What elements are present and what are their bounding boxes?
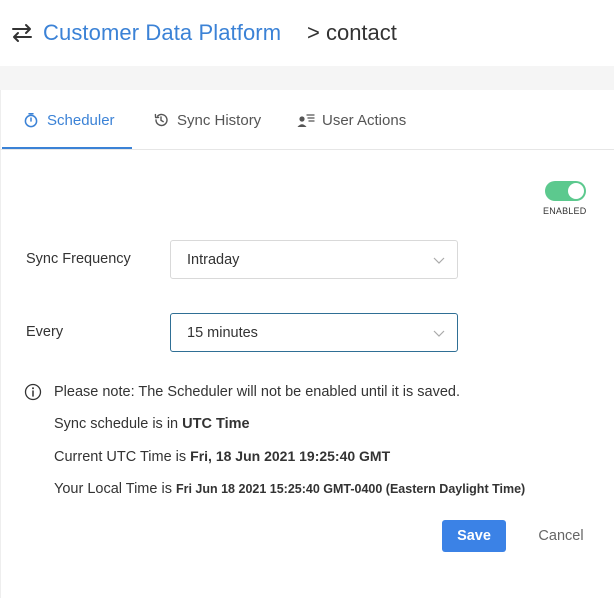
page-title: > contact — [307, 20, 397, 45]
tab-user-actions[interactable]: User Actions — [297, 90, 406, 150]
enabled-toggle[interactable] — [545, 181, 586, 201]
utc-time-value: Fri, 18 Jun 2021 19:25:40 GMT — [190, 448, 391, 464]
chevron-down-icon — [433, 257, 445, 264]
sync-schedule-prefix: Sync schedule is in — [54, 416, 183, 432]
tab-sync-history[interactable]: Sync History — [152, 90, 261, 150]
sync-frequency-select[interactable]: Intraday — [170, 240, 458, 279]
every-label: Every — [26, 324, 64, 340]
every-select[interactable]: 15 minutes — [170, 313, 458, 352]
user-list-icon — [297, 111, 315, 129]
swap-arrows-icon[interactable] — [11, 22, 33, 44]
sync-frequency-value: Intraday — [187, 251, 240, 268]
tab-label: Scheduler — [47, 111, 115, 129]
sync-schedule-value: UTC Time — [182, 416, 250, 432]
save-button[interactable]: Save — [442, 520, 506, 552]
toggle-knob — [568, 183, 584, 199]
utc-time-row: Current UTC Time is Fri, 18 Jun 2021 19:… — [54, 448, 390, 465]
page-header: Customer Data Platform > contact — [0, 0, 614, 66]
history-icon — [152, 111, 170, 129]
tab-bar: Scheduler Sync History User Actions — [0, 90, 614, 150]
active-tab-indicator — [2, 147, 132, 149]
header-divider-band — [0, 66, 614, 90]
local-time-value: Fri Jun 18 2021 15:25:40 GMT-0400 (Easte… — [175, 482, 526, 496]
local-time-prefix: Your Local Time is — [54, 481, 176, 497]
tab-label: User Actions — [322, 111, 407, 129]
utc-time-prefix: Current UTC Time is — [54, 449, 191, 465]
tab-scheduler[interactable]: Scheduler — [22, 90, 115, 150]
sync-frequency-label: Sync Frequency — [26, 251, 131, 267]
tab-label: Sync History — [177, 111, 262, 129]
local-time-row: Your Local Time is Fri Jun 18 2021 15:25… — [54, 481, 525, 497]
chevron-down-icon — [433, 330, 445, 337]
info-icon — [24, 383, 42, 401]
toggle-label: ENABLED — [543, 206, 587, 216]
scheduler-note: Please note: The Scheduler will not be e… — [54, 384, 460, 400]
breadcrumb-link[interactable]: Customer Data Platform — [43, 20, 281, 46]
sync-schedule-row: Sync schedule is in UTC Time — [54, 416, 250, 432]
every-value: 15 minutes — [187, 324, 258, 341]
stopwatch-icon — [22, 111, 40, 129]
cancel-button[interactable]: Cancel — [527, 520, 595, 552]
